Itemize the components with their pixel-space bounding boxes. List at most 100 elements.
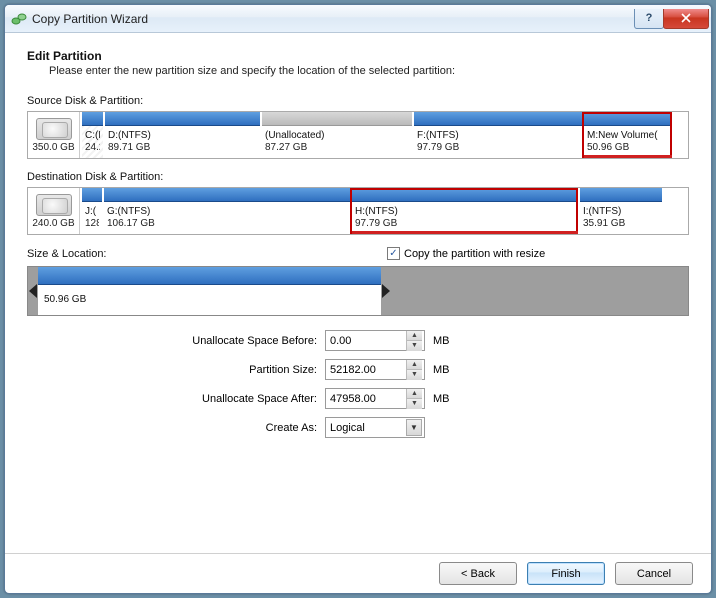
selection-indicator [352, 231, 578, 234]
spin-up-icon[interactable]: ▲ [407, 389, 422, 399]
partition-size: 128 [85, 218, 99, 230]
close-button[interactable] [663, 9, 709, 29]
chevron-down-icon[interactable]: ▼ [406, 419, 422, 436]
partition-header [38, 267, 381, 285]
resize-handle-right[interactable] [381, 267, 391, 315]
create-as-value: Logical [330, 422, 365, 434]
hdd-icon [36, 194, 72, 216]
source-label: Source Disk & Partition: [27, 95, 689, 107]
partition-cell[interactable]: C:(N24.26 [80, 112, 103, 158]
dest-diskbar: 240.0 GB J:(128G:(NTFS)106.17 GBH:(NTFS)… [27, 187, 689, 235]
partition-header [352, 188, 578, 202]
partition-body: G:(NTFS)106.17 GB [104, 202, 350, 234]
partition-cell[interactable]: I:(NTFS)35.91 GB [578, 188, 662, 234]
page-subtitle: Please enter the new partition size and … [49, 65, 689, 77]
before-input[interactable]: ▲▼ [325, 330, 425, 351]
app-icon [11, 11, 27, 27]
partition-header [584, 112, 672, 126]
cancel-button[interactable]: Cancel [615, 562, 693, 585]
partition-header [82, 188, 102, 202]
partition-body: (Unallocated)87.27 GB [262, 126, 412, 158]
help-button[interactable]: ? [634, 9, 664, 29]
spin-up-icon[interactable]: ▲ [407, 360, 422, 370]
partition-label: D:(NTFS) [108, 130, 257, 142]
window-title: Copy Partition Wizard [32, 12, 635, 26]
resize-bar[interactable]: 50.96 GB [27, 266, 689, 316]
partition-size: 50.96 GB [587, 142, 669, 154]
window-buttons: ? [635, 9, 709, 29]
partition-header [262, 112, 412, 126]
hdd-icon [36, 118, 72, 140]
partition-header [82, 112, 103, 126]
wizard-window: Copy Partition Wizard ? Edit Partition P… [4, 4, 712, 594]
back-button[interactable]: < Back [439, 562, 517, 585]
create-as-label: Create As: [167, 422, 317, 434]
partition-header [104, 188, 350, 202]
source-diskbar: 350.0 GB C:(N24.26D:(NTFS)89.71 GB(Unall… [27, 111, 689, 159]
partition-body: J:(128 [82, 202, 102, 234]
partition-label: J:( [85, 206, 99, 218]
resize-partition: 50.96 GB [38, 267, 381, 315]
unit-label: MB [433, 364, 450, 376]
partition-label: H:(NTFS) [355, 206, 575, 218]
footer: < Back Finish Cancel [5, 553, 711, 593]
partition-label: (Unallocated) [265, 130, 409, 142]
partition-label: F:(NTFS) [417, 130, 579, 142]
partition-header [580, 188, 662, 202]
partition-size: 89.71 GB [108, 142, 257, 154]
source-disk-cell: 350.0 GB [28, 112, 80, 158]
partition-cell[interactable]: D:(NTFS)89.71 GB [103, 112, 260, 158]
after-field[interactable] [326, 393, 406, 405]
partition-size: 97.79 GB [417, 142, 579, 154]
selection-indicator [584, 155, 672, 158]
partition-size: 87.27 GB [265, 142, 409, 154]
create-as-select[interactable]: Logical ▼ [325, 417, 425, 438]
form: Unallocate Space Before: ▲▼ MB Partition… [167, 330, 689, 438]
page-title: Edit Partition [27, 49, 689, 63]
partition-cell[interactable]: (Unallocated)87.27 GB [260, 112, 412, 158]
partition-cell[interactable]: M:New Volume(50.96 GB [582, 112, 672, 158]
before-field[interactable] [326, 335, 406, 347]
checkbox-icon: ✓ [387, 247, 400, 260]
partition-label: G:(NTFS) [107, 206, 347, 218]
size-field[interactable] [326, 364, 406, 376]
copy-resize-checkbox[interactable]: ✓ Copy the partition with resize [387, 247, 545, 260]
dest-label: Destination Disk & Partition: [27, 171, 689, 183]
spin-down-icon[interactable]: ▼ [407, 370, 422, 380]
partition-body: F:(NTFS)97.79 GB [414, 126, 582, 158]
partition-label: I:(NTFS) [583, 206, 659, 218]
unit-label: MB [433, 393, 450, 405]
partition-cell[interactable]: J:(128 [80, 188, 102, 234]
partition-label: C:(N [85, 130, 100, 142]
spin-up-icon[interactable]: ▲ [407, 331, 422, 341]
finish-button[interactable]: Finish [527, 562, 605, 585]
after-label: Unallocate Space After: [167, 393, 317, 405]
before-label: Unallocate Space Before: [167, 335, 317, 347]
partition-header [105, 112, 260, 126]
partition-label: M:New Volume( [587, 130, 669, 142]
partition-body: M:New Volume(50.96 GB [584, 126, 672, 158]
copy-resize-label: Copy the partition with resize [404, 248, 545, 260]
partition-cell[interactable]: G:(NTFS)106.17 GB [102, 188, 350, 234]
partition-cell[interactable]: H:(NTFS)97.79 GB [350, 188, 578, 234]
unit-label: MB [433, 335, 450, 347]
resize-value: 50.96 GB [44, 294, 375, 306]
dest-disk-size: 240.0 GB [32, 218, 74, 229]
spin-down-icon[interactable]: ▼ [407, 399, 422, 409]
resize-handle-left[interactable] [28, 267, 38, 315]
source-disk-size: 350.0 GB [32, 142, 74, 153]
dest-disk-cell: 240.0 GB [28, 188, 80, 234]
partition-cell[interactable]: F:(NTFS)97.79 GB [412, 112, 582, 158]
size-label: Partition Size: [167, 364, 317, 376]
size-input[interactable]: ▲▼ [325, 359, 425, 380]
partition-body: I:(NTFS)35.91 GB [580, 202, 662, 234]
size-location-label: Size & Location: [27, 248, 387, 260]
partition-size: 24.26 [85, 142, 100, 154]
spin-down-icon[interactable]: ▼ [407, 341, 422, 351]
partition-body: H:(NTFS)97.79 GB [352, 202, 578, 234]
after-input[interactable]: ▲▼ [325, 388, 425, 409]
titlebar[interactable]: Copy Partition Wizard ? [5, 5, 711, 33]
partition-size: 106.17 GB [107, 218, 347, 230]
partition-header [414, 112, 582, 126]
partition-body: 50.96 GB [38, 285, 381, 315]
